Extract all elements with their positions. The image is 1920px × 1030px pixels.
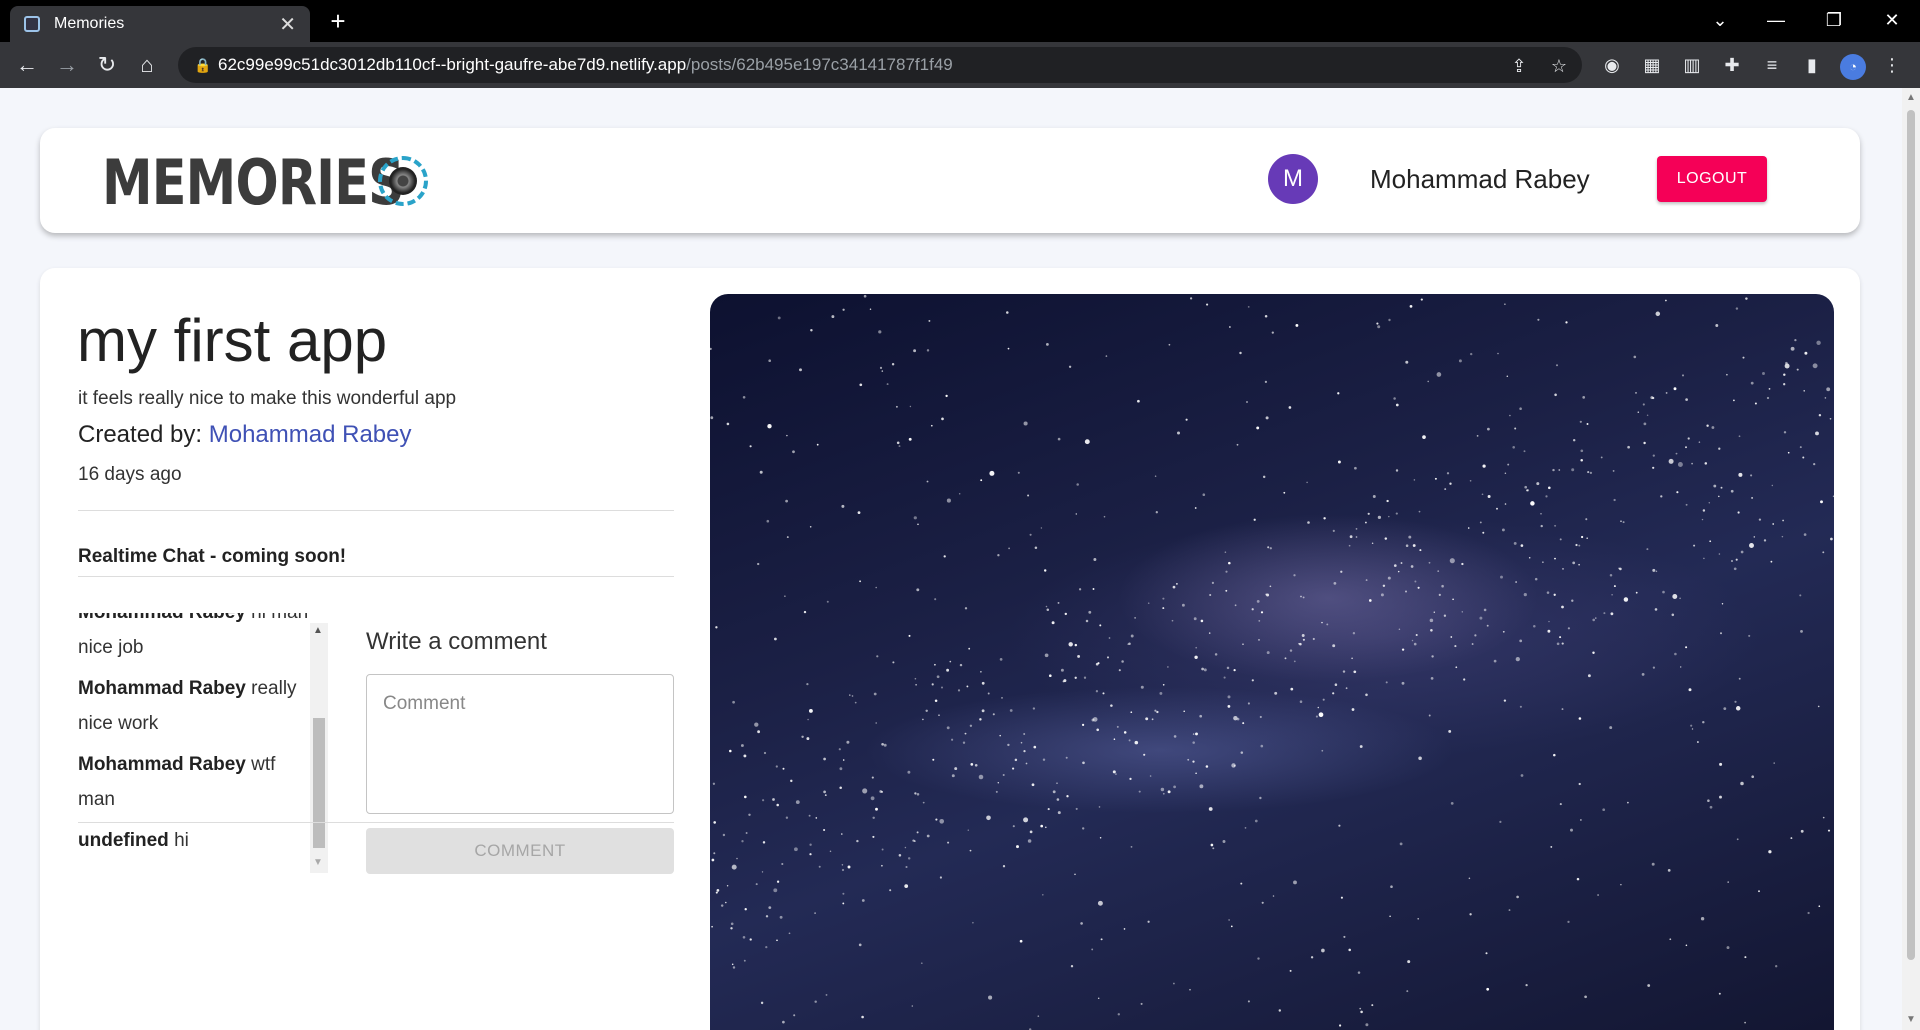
scroll-down-icon[interactable]: ▼	[1906, 1014, 1916, 1025]
comment-item: Mohammad Rabey wtf man	[78, 747, 310, 817]
post-image	[710, 294, 1834, 1030]
logout-button[interactable]: LOGOUT	[1657, 156, 1767, 202]
comment-author: undefined	[78, 830, 169, 851]
reading-list-icon[interactable]: ≡	[1760, 53, 1784, 77]
post-title: my first app	[77, 307, 388, 374]
creator-link[interactable]: Mohammad Rabey	[209, 421, 412, 448]
page-viewport: MEMORIES M Mohammad Rabey LOGOUT my firs…	[0, 88, 1920, 1030]
brand-title[interactable]: MEMORIES	[102, 146, 405, 219]
write-comment-label: Write a comment	[366, 628, 547, 655]
favicon-icon	[24, 16, 40, 32]
extension-2-icon[interactable]: ▦	[1640, 53, 1664, 77]
comment-item: Mohammad Rabey really nice work	[78, 671, 310, 741]
post-created-by: Created by: Mohammad Rabey	[78, 421, 412, 449]
comments-list[interactable]: Mohammad Rabey hi man nice job Mohammad …	[78, 613, 328, 868]
camera-lens-icon	[378, 156, 428, 206]
post-time: 16 days ago	[78, 464, 182, 485]
lock-icon[interactable]: 🔒	[194, 47, 211, 83]
home-icon[interactable]: ⌂	[132, 50, 162, 80]
url-path: /posts/62b495e197c34141787f1f49	[686, 55, 953, 74]
chat-note: Realtime Chat - coming soon!	[78, 546, 347, 567]
tab-title: Memories	[54, 15, 125, 32]
user-name: Mohammad Rabey	[1370, 164, 1590, 194]
divider	[78, 510, 674, 511]
restore-icon[interactable]: ❐	[1806, 0, 1862, 42]
post-message: it feels really nice to make this wonder…	[78, 388, 457, 409]
extension-1-icon[interactable]: ◉	[1600, 53, 1624, 77]
page-scrollbar[interactable]: ▲ ▼	[1902, 88, 1920, 1030]
divider	[78, 822, 674, 823]
scroll-up-icon[interactable]: ▲	[1906, 92, 1916, 103]
page-scroll-thumb[interactable]	[1907, 110, 1915, 960]
share-icon[interactable]: ⇪	[1508, 55, 1530, 77]
extension-icon[interactable]: ✚	[1720, 53, 1744, 77]
minimize-icon[interactable]: —	[1748, 0, 1804, 42]
browser-tab-bar: Memories ✕ + ⌄ — ❐ ✕	[0, 0, 1920, 42]
comment-button[interactable]: COMMENT	[366, 828, 674, 874]
divider	[78, 576, 674, 577]
scroll-thumb[interactable]	[313, 718, 325, 848]
user-avatar: M	[1268, 154, 1318, 204]
comment-item: Mohammad Rabey hi man nice job	[78, 613, 310, 665]
url-host: 62c99e99c51dc3012db110cf--bright-gaufre-…	[218, 55, 687, 74]
scroll-down-icon[interactable]: ▼	[313, 857, 323, 868]
address-bar[interactable]: 🔒 62c99e99c51dc3012db110cf--bright-gaufr…	[178, 47, 1582, 83]
profile-avatar[interactable]: ◔	[1840, 54, 1866, 80]
new-tab-button[interactable]: +	[324, 6, 352, 36]
starfield	[710, 294, 1834, 1030]
created-by-label: Created by:	[78, 421, 209, 448]
app-bar: MEMORIES M Mohammad Rabey LOGOUT	[40, 128, 1860, 233]
back-icon[interactable]: ←	[12, 50, 42, 80]
reload-icon[interactable]: ↻	[92, 50, 122, 80]
comment-text: hi	[174, 830, 189, 851]
comment-author: Mohammad Rabey	[78, 613, 246, 623]
browser-tab[interactable]: Memories ✕	[10, 6, 310, 42]
side-panel-icon[interactable]: ▮	[1800, 53, 1824, 77]
comment-author: Mohammad Rabey	[78, 678, 246, 699]
comments-scrollbar[interactable]: ▲ ▼	[310, 623, 328, 873]
post-card: my first app it feels really nice to mak…	[40, 268, 1860, 1030]
star-icon[interactable]: ☆	[1548, 55, 1570, 77]
scroll-up-icon[interactable]: ▲	[313, 625, 323, 636]
browser-toolbar: ← → ↻ ⌂ 🔒 62c99e99c51dc3012db110cf--brig…	[0, 42, 1920, 88]
extension-3-icon[interactable]: ▥	[1680, 53, 1704, 77]
comment-author: Mohammad Rabey	[78, 754, 246, 775]
menu-icon[interactable]: ⋮	[1880, 53, 1904, 77]
close-tab-icon[interactable]: ✕	[279, 12, 296, 37]
close-window-icon[interactable]: ✕	[1864, 0, 1920, 42]
comment-input[interactable]	[366, 674, 674, 814]
tab-search-icon[interactable]: ⌄	[1692, 0, 1748, 42]
forward-icon[interactable]: →	[52, 50, 82, 80]
comment-item: undefined hi	[78, 823, 310, 858]
